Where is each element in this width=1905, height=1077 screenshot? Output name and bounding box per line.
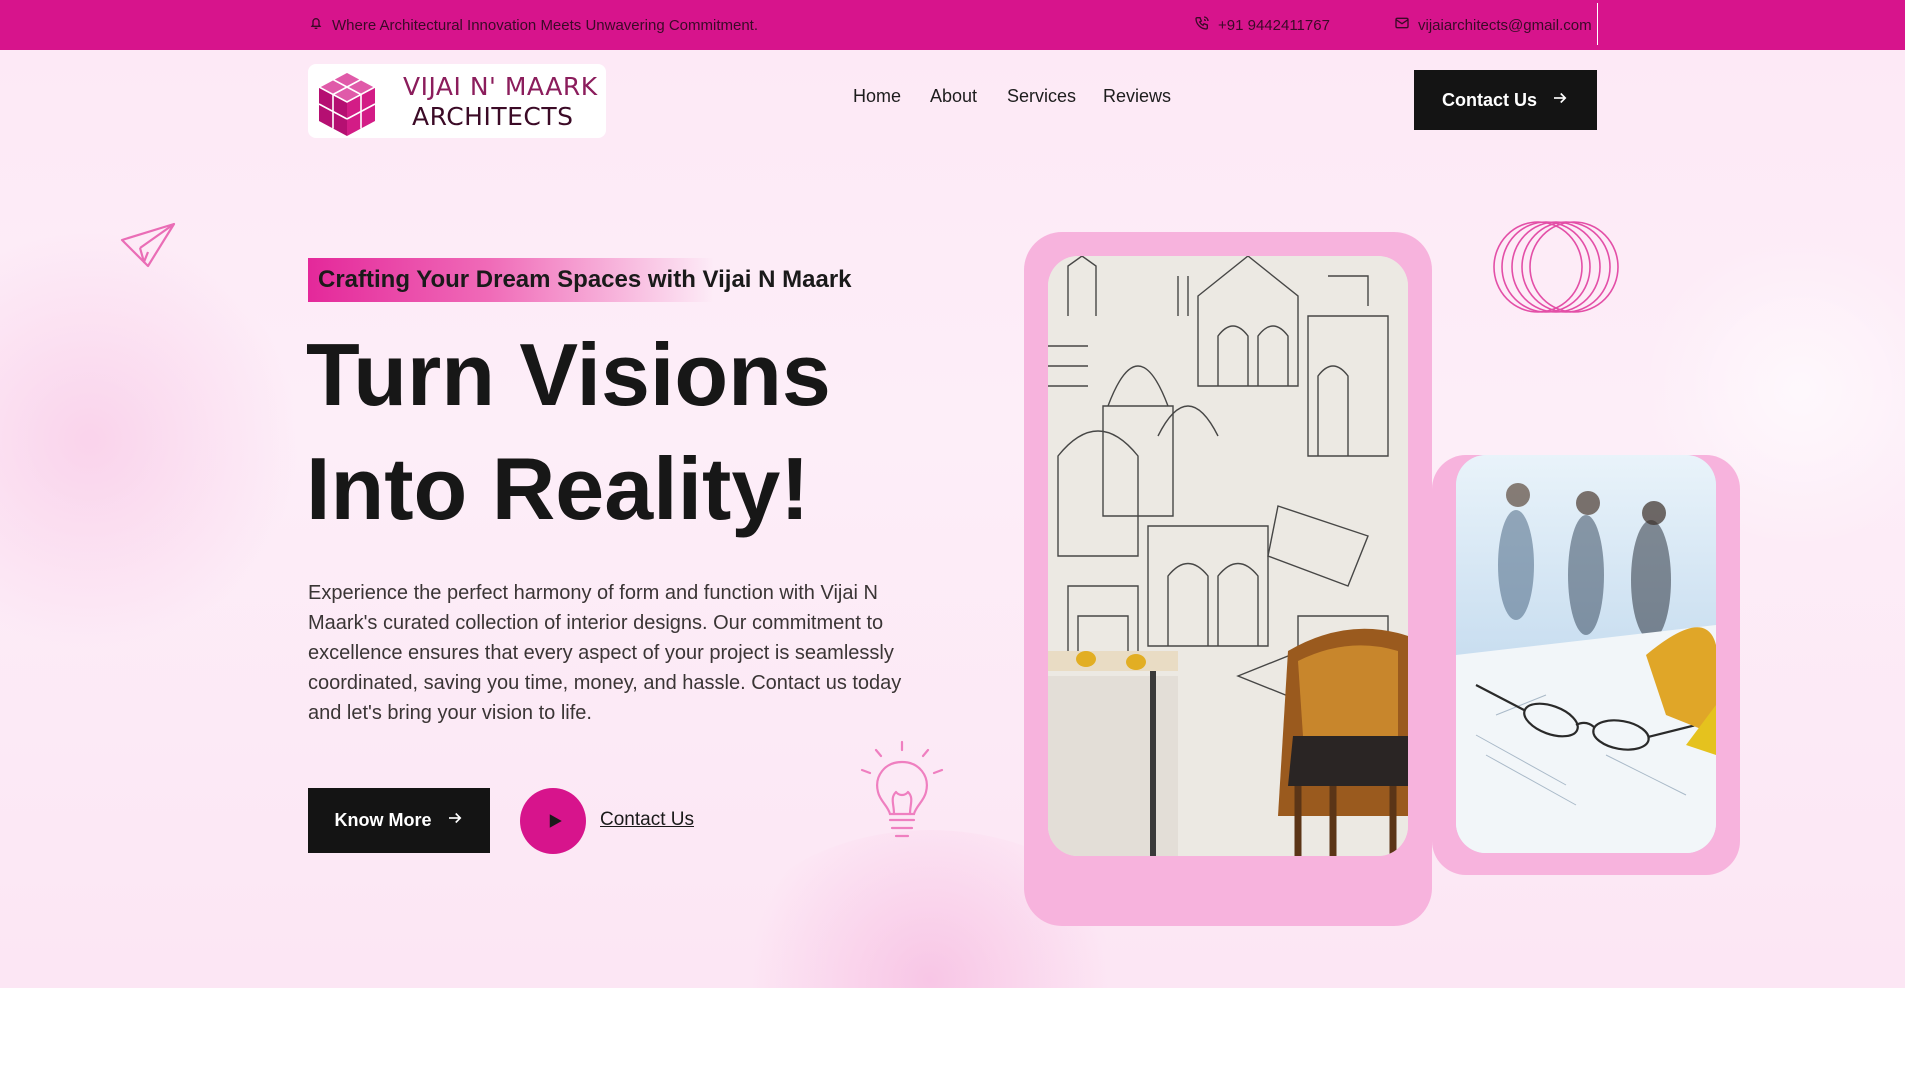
know-more-button[interactable]: Know More (308, 788, 490, 853)
phone-number[interactable]: +91 9442411767 (1218, 17, 1330, 34)
lightbulb-icon (860, 740, 944, 838)
architects-meeting-photo (1456, 455, 1716, 853)
header-contact-label: Contact Us (1441, 89, 1537, 110)
nav-item-reviews[interactable]: Reviews (1103, 86, 1171, 107)
nav-item-home[interactable]: Home (853, 86, 901, 107)
logo-text-line1: VIJAI N' MAARK (403, 72, 598, 101)
hero-description: Experience the perfect harmony of form a… (308, 582, 902, 724)
background-glow (0, 230, 300, 650)
paper-plane-icon (120, 222, 176, 268)
headline-line2: Into Reality! (306, 439, 810, 538)
hero-tagline: Crafting Your Dream Spaces with Vijai N … (308, 258, 852, 302)
nav-item-services[interactable]: Services (1007, 86, 1076, 107)
announcement-text: Where Architectural Innovation Meets Unw… (332, 16, 759, 34)
know-more-label: Know More (334, 810, 432, 830)
topbar-divider (1597, 3, 1598, 45)
logo-cube-icon (317, 71, 377, 136)
play-button[interactable] (520, 788, 586, 854)
announcement: Where Architectural Innovation Meets Unw… (308, 0, 758, 50)
headline-line1: Turn Visions (306, 325, 831, 424)
logo-text-line2: ARCHITECTS (412, 102, 574, 131)
bell-icon (308, 15, 324, 35)
hero-headline: Turn Visions Into Reality! (306, 318, 831, 546)
rings-decoration-icon (1493, 221, 1619, 313)
hero-contact-link[interactable]: Contact Us (600, 809, 694, 831)
play-icon (549, 814, 562, 828)
phone-icon (1194, 15, 1210, 35)
logo[interactable]: VIJAI N' MAARK ARCHITECTS (308, 64, 606, 138)
header-contact-button[interactable]: Contact Us (1414, 70, 1597, 130)
top-bar: Where Architectural Innovation Meets Unw… (0, 0, 1905, 50)
nav-item-about[interactable]: About (930, 86, 977, 107)
mail-icon (1394, 15, 1410, 35)
arrow-right-icon (446, 809, 464, 832)
email-address[interactable]: vijaiarchitects@gmail.com (1418, 17, 1592, 34)
arrow-right-icon (1551, 89, 1569, 112)
hero-section: VIJAI N' MAARK ARCHITECTS Home About Ser… (0, 50, 1905, 988)
email-contact[interactable]: vijaiarchitects@gmail.com (1394, 0, 1592, 50)
interior-sketch-photo (1048, 256, 1408, 856)
phone-contact[interactable]: +91 9442411767 (1194, 0, 1330, 50)
